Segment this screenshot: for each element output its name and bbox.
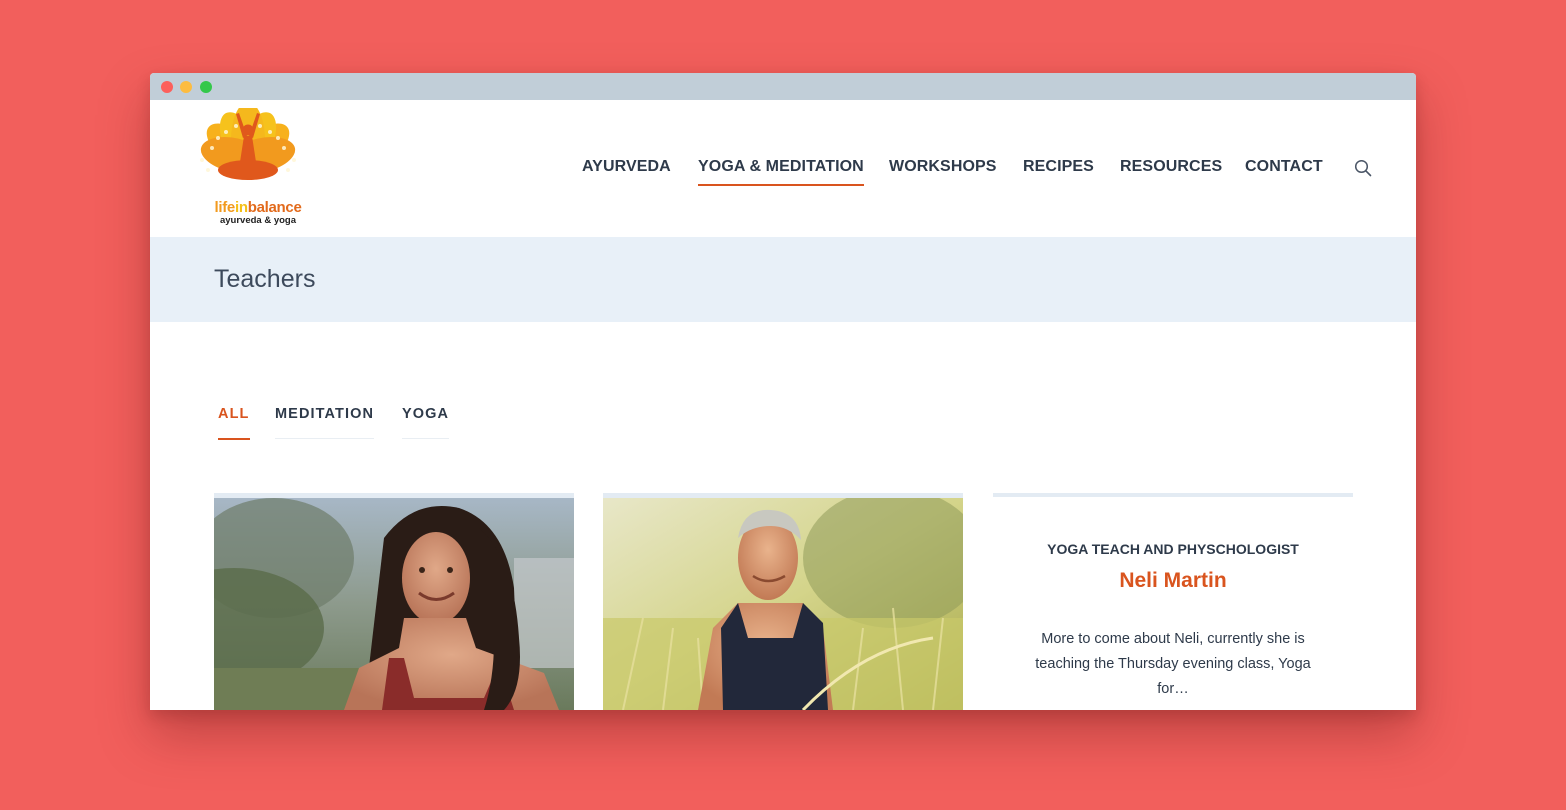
nav-item-workshops[interactable]: WORKSHOPS — [889, 158, 997, 176]
search-icon[interactable] — [1354, 159, 1372, 177]
teacher-card[interactable] — [214, 493, 574, 710]
logo-subtitle: ayurveda & yoga — [219, 215, 297, 226]
teacher-excerpt: More to come about Neli, currently she i… — [1035, 631, 1311, 697]
minimize-window-button[interactable] — [180, 81, 192, 93]
teacher-role: YOGA TEACH AND PHYSCHOLOGIST — [1047, 541, 1299, 557]
teacher-info-card[interactable]: YOGA TEACH AND PHYSCHOLOGIST Neli Martin… — [993, 493, 1353, 710]
window-titlebar — [150, 73, 1416, 100]
site-header: lifeinbalance ayurveda & yoga AYURVEDA Y… — [150, 100, 1416, 237]
nav-item-yoga-meditation[interactable]: YOGA & MEDITATION — [698, 158, 864, 186]
site-logo[interactable]: lifeinbalance ayurveda & yoga — [178, 102, 318, 230]
page-title-banner: Teachers — [150, 237, 1416, 322]
teacher-name-link[interactable]: Neli Martin — [993, 569, 1353, 593]
filter-all[interactable]: ALL — [218, 406, 250, 440]
logo-wordmark: lifeinbalance — [214, 199, 302, 216]
browser-window: lifeinbalance ayurveda & yoga AYURVEDA Y… — [150, 73, 1416, 710]
nav-item-resources[interactable]: RESOURCES — [1120, 158, 1222, 176]
nav-item-recipes[interactable]: RECIPES — [1023, 158, 1094, 176]
nav-item-ayurveda[interactable]: AYURVEDA — [582, 158, 671, 176]
teacher-card[interactable] — [603, 493, 963, 710]
filter-yoga[interactable]: YOGA — [402, 406, 450, 439]
close-window-button[interactable] — [161, 81, 173, 93]
teacher-photo — [603, 498, 963, 710]
lotus-meditation-icon — [200, 102, 296, 180]
page-title: Teachers — [214, 265, 316, 293]
teacher-photo — [214, 498, 574, 710]
maximize-window-button[interactable] — [200, 81, 212, 93]
nav-item-contact[interactable]: CONTACT — [1245, 158, 1323, 176]
filter-meditation[interactable]: MEDITATION — [275, 406, 375, 439]
